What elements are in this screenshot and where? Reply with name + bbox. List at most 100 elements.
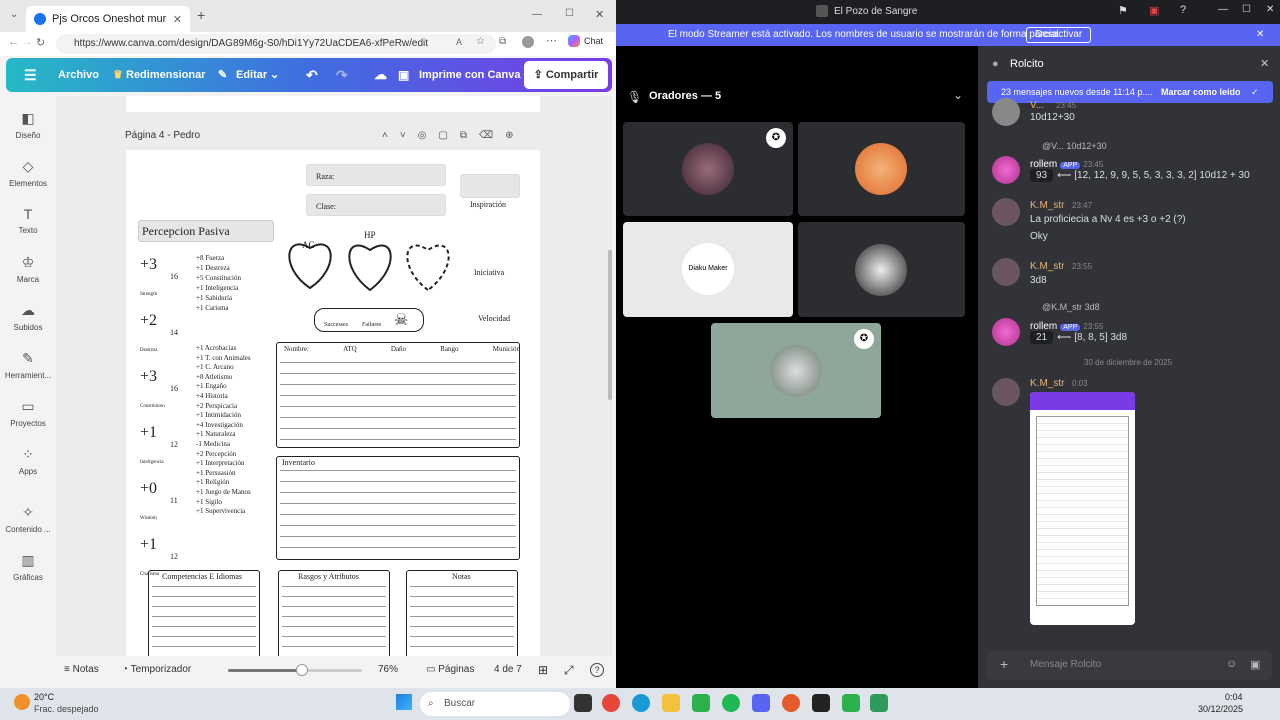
apps-launcher-icon[interactable]: ▣ bbox=[1250, 658, 1260, 671]
sidebar-item-diseno[interactable]: ◧ Diseño bbox=[0, 110, 56, 140]
discord-maximize-icon[interactable]: ☐ bbox=[1242, 4, 1251, 15]
help-circle-icon[interactable]: ? bbox=[1180, 4, 1186, 16]
zoom-percent[interactable]: 76% bbox=[378, 664, 398, 675]
extensions-icon[interactable]: ⧉ bbox=[499, 36, 506, 47]
back-icon[interactable]: ← bbox=[8, 36, 19, 48]
windows-start-icon[interactable] bbox=[396, 694, 412, 710]
clock-date[interactable]: 30/12/2025 bbox=[1198, 704, 1243, 714]
desactivar-button[interactable]: Desactivar bbox=[1026, 27, 1092, 43]
sidebar-item-subidos[interactable]: ☁ Subidos bbox=[0, 302, 56, 332]
add-page-icon[interactable]: ⊕ bbox=[505, 130, 525, 141]
profile-avatar-icon[interactable] bbox=[522, 36, 534, 48]
undo-icon[interactable]: ↶ bbox=[306, 58, 318, 92]
inbox-flag-icon[interactable]: ⚑ bbox=[1118, 4, 1128, 17]
edge-app-icon[interactable] bbox=[632, 694, 650, 712]
chrome-app-icon[interactable] bbox=[602, 694, 620, 712]
whatsapp-app-icon[interactable] bbox=[692, 694, 710, 712]
collapse-chevron-icon[interactable]: ⌄ bbox=[953, 88, 963, 102]
delete-page-icon[interactable]: ⌫ bbox=[479, 130, 505, 141]
mark-read-button[interactable]: Marcar como leído bbox=[1161, 81, 1241, 103]
editar-menu[interactable]: Editar bbox=[236, 58, 267, 92]
grid-view-icon[interactable]: ⊞ bbox=[538, 663, 548, 677]
clock-time[interactable]: 0:04 bbox=[1225, 692, 1243, 702]
message-username[interactable]: K.M_str bbox=[1030, 378, 1064, 389]
sticker-icon[interactable]: ☺ bbox=[1226, 658, 1237, 670]
imprime-con-canva-button[interactable]: Imprime con Canva bbox=[419, 58, 520, 92]
weather-temp[interactable]: 20°C bbox=[34, 692, 54, 702]
new-tab-icon[interactable]: + bbox=[197, 7, 205, 23]
close-chat-icon[interactable]: ✕ bbox=[1260, 57, 1269, 70]
taskview-app-icon[interactable] bbox=[574, 694, 592, 712]
sidebar-item-elementos[interactable]: ◇ Elementos bbox=[0, 158, 56, 188]
favorite-star-icon[interactable]: ☆ bbox=[476, 36, 485, 47]
close-window-icon[interactable]: ✕ bbox=[595, 8, 604, 21]
page-down-icon[interactable]: ˅ bbox=[400, 130, 418, 141]
file-explorer-icon[interactable] bbox=[662, 694, 680, 712]
taskbar-search[interactable]: ⌕ Buscar bbox=[420, 692, 570, 716]
forward-icon[interactable]: → bbox=[22, 36, 33, 48]
hide-page-icon[interactable]: ◎ bbox=[418, 130, 439, 141]
canvas-scrollbar[interactable] bbox=[608, 250, 612, 400]
participant-tile[interactable]: ✪ bbox=[623, 122, 793, 216]
browser-tab[interactable]: Pjs Orcos Oneshot murder hobo ✕ bbox=[26, 6, 190, 32]
page-up-icon[interactable]: ˄ bbox=[382, 130, 400, 141]
help-icon[interactable]: ? bbox=[590, 663, 604, 677]
spotify-app-icon[interactable] bbox=[722, 694, 740, 712]
message-input[interactable]: Mensaje Rolcito bbox=[1030, 659, 1101, 670]
redo-icon[interactable]: ↷ bbox=[336, 58, 348, 92]
participant-tile[interactable] bbox=[798, 222, 965, 317]
discord-minimize-icon[interactable]: — bbox=[1218, 4, 1228, 15]
message-username[interactable]: K.M_str bbox=[1030, 200, 1064, 211]
discord-close-icon[interactable]: ✕ bbox=[1266, 4, 1274, 15]
zoom-slider-knob[interactable] bbox=[295, 664, 308, 676]
browser-app-icon[interactable] bbox=[782, 694, 800, 712]
redimensionar-button[interactable]: Redimensionar bbox=[126, 58, 205, 92]
chevron-down-icon[interactable]: ⌄ bbox=[270, 58, 279, 92]
cloud-saved-icon[interactable]: ☁ bbox=[374, 58, 387, 92]
discord-app-icon[interactable] bbox=[752, 694, 770, 712]
compartir-button[interactable]: ⇪ Compartir bbox=[524, 61, 608, 89]
read-aloud-icon[interactable]: A bbox=[456, 37, 462, 47]
reload-icon[interactable]: ↻ bbox=[36, 36, 45, 49]
minimize-icon[interactable]: — bbox=[532, 9, 542, 20]
sidebar-item-graficas[interactable]: ▥ Gráficas bbox=[0, 552, 56, 582]
menu-icon[interactable]: ☰ bbox=[24, 58, 37, 92]
archivo-menu[interactable]: Archivo bbox=[58, 58, 99, 92]
message-input-box[interactable]: + Mensaje Rolcito ☺ ▣ bbox=[986, 650, 1272, 680]
close-banner-icon[interactable]: ✕ bbox=[1256, 24, 1264, 46]
notas-button[interactable]: ≡ Notas bbox=[64, 664, 99, 675]
fullscreen-icon[interactable]: ⤢ bbox=[564, 663, 574, 678]
sidebar-item-contenido[interactable]: ✧ Contenido ... bbox=[0, 504, 56, 534]
maximize-icon[interactable]: ☐ bbox=[565, 8, 574, 19]
messaging-app-icon[interactable] bbox=[842, 694, 860, 712]
notes-app-icon[interactable] bbox=[870, 694, 888, 712]
zoom-slider[interactable] bbox=[228, 664, 362, 676]
attach-plus-icon[interactable]: + bbox=[1000, 656, 1008, 672]
reply-reference[interactable]: @V... 10d12+30 bbox=[1042, 141, 1107, 151]
duplicate-page-icon[interactable]: ⧉ bbox=[460, 130, 479, 141]
game-app-icon[interactable] bbox=[812, 694, 830, 712]
tab-list-icon[interactable]: ⌄ bbox=[10, 9, 18, 20]
message-username[interactable]: V... bbox=[1030, 100, 1044, 111]
participant-tile[interactable]: Diaku Maker bbox=[623, 222, 793, 317]
paginas-button[interactable]: ▭ Páginas bbox=[426, 664, 474, 675]
lock-page-icon[interactable]: ▢ bbox=[438, 130, 459, 141]
copilot-chat-button[interactable]: Chat bbox=[568, 35, 603, 47]
sidebar-item-apps[interactable]: ⁘ Apps bbox=[0, 446, 56, 476]
reply-reference[interactable]: @K.M_str 3d8 bbox=[1042, 302, 1100, 312]
weather-desc[interactable]: Frac. despejado bbox=[34, 704, 99, 714]
sidebar-item-marca[interactable]: ♔ Marca bbox=[0, 254, 56, 284]
more-options-icon[interactable]: ⋯ bbox=[546, 34, 557, 47]
image-attachment[interactable] bbox=[1030, 392, 1135, 625]
message-username[interactable]: K.M_str bbox=[1030, 261, 1064, 272]
close-tab-icon[interactable]: ✕ bbox=[173, 13, 182, 26]
participant-tile[interactable]: ✪ bbox=[711, 323, 881, 418]
sidebar-item-proyectos[interactable]: ▭ Proyectos bbox=[0, 398, 56, 428]
url-field[interactable]: https://www.canva.com/design/DAG89M6g-S0… bbox=[56, 34, 496, 54]
participant-tile[interactable] bbox=[798, 122, 965, 216]
temporizador-button[interactable]: ◔ Temporizador bbox=[122, 664, 191, 675]
sidebar-item-herramientas[interactable]: ✎ Herramient... bbox=[0, 350, 56, 380]
weather-icon[interactable] bbox=[14, 694, 30, 710]
screen-share-icon[interactable]: ▣ bbox=[1149, 4, 1159, 17]
sidebar-item-texto[interactable]: T Texto bbox=[0, 206, 56, 235]
